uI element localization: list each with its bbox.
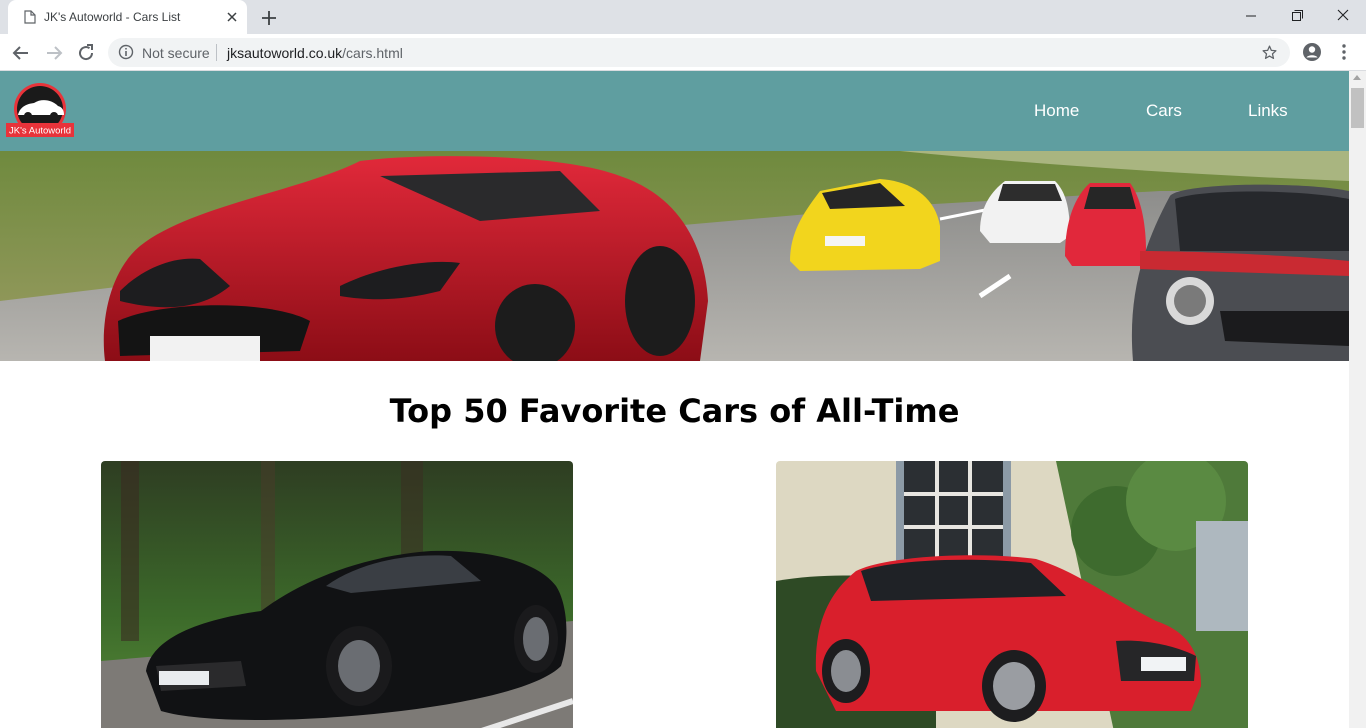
profile-icon[interactable] [1302, 42, 1322, 62]
security-label[interactable]: Not secure [142, 45, 210, 61]
tab-strip: JK's Autoworld - Cars List [0, 0, 1366, 34]
maximize-icon[interactable] [1274, 0, 1320, 32]
url-path: /cars.html [342, 45, 403, 61]
omnibox-divider [216, 44, 217, 61]
plus-icon[interactable] [258, 7, 280, 29]
nav-links-link[interactable]: Links [1248, 101, 1288, 121]
page-title: Top 50 Favorite Cars of All-Time [389, 392, 960, 430]
nav-home-link[interactable]: Home [1034, 101, 1079, 121]
tab-title: JK's Autoworld - Cars List [44, 10, 181, 24]
site-logo[interactable]: JK's Autoworld [4, 82, 76, 142]
reload-icon[interactable] [74, 41, 98, 65]
browser-toolbar: Not secure jksautoworld.co.uk/cars.html [0, 34, 1366, 71]
back-arrow-icon[interactable] [9, 41, 33, 65]
vertical-scrollbar[interactable] [1349, 71, 1366, 728]
hero-banner-image [0, 151, 1349, 361]
scroll-up-arrow-icon[interactable] [1353, 75, 1361, 80]
car-card-black-coupe[interactable] [101, 461, 573, 728]
scroll-thumb[interactable] [1351, 88, 1364, 128]
window-close-icon[interactable] [1320, 0, 1366, 32]
page-viewport: JK's Autoworld Home Cars Links Top 50 Fa… [0, 71, 1349, 728]
star-icon[interactable] [1261, 44, 1278, 61]
info-icon[interactable] [118, 44, 134, 60]
car-photo-black-coupe [101, 461, 573, 728]
close-icon[interactable] [224, 9, 240, 25]
kebab-menu-icon[interactable] [1336, 42, 1352, 62]
address-bar[interactable]: Not secure jksautoworld.co.uk/cars.html [108, 38, 1290, 67]
nav-cars-link[interactable]: Cars [1146, 101, 1182, 121]
site-header: JK's Autoworld Home Cars Links [0, 71, 1349, 151]
minimize-icon[interactable] [1228, 0, 1274, 32]
page-icon [24, 10, 36, 24]
url-text[interactable]: jksautoworld.co.uk/cars.html [227, 45, 403, 61]
active-tab[interactable]: JK's Autoworld - Cars List [8, 0, 247, 34]
car-photo-red-hatchback [776, 461, 1248, 728]
url-domain: jksautoworld.co.uk [227, 45, 343, 61]
logo-text: JK's Autoworld [9, 126, 71, 137]
forward-arrow-icon[interactable] [42, 41, 66, 65]
car-card-red-hatchback[interactable] [776, 461, 1248, 728]
